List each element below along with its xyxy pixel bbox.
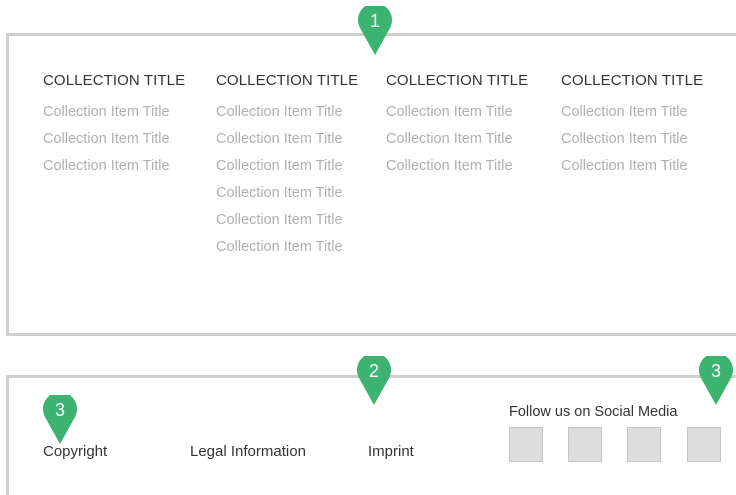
collection-column: COLLECTION TITLE Collection Item Title C… [43,70,185,182]
marker-number: 2 [368,361,379,381]
collection-item-link[interactable]: Collection Item Title [216,101,358,128]
marker-number: 3 [710,361,721,381]
annotation-marker-icon: 1 [358,6,392,56]
collection-column: COLLECTION TITLE Collection Item Title C… [216,70,358,263]
collection-item-link[interactable]: Collection Item Title [561,128,703,155]
collection-title: COLLECTION TITLE [43,72,186,89]
social-media-button[interactable] [627,427,661,462]
marker-number: 3 [54,400,65,420]
marker-number: 1 [369,11,380,31]
collection-column: COLLECTION TITLE Collection Item Title C… [386,70,528,182]
copyright-link[interactable]: Copyright [43,442,107,462]
collection-item-link[interactable]: Collection Item Title [386,128,528,155]
collection-item-link[interactable]: Collection Item Title [216,182,358,209]
collection-item-link[interactable]: Collection Item Title [43,128,185,155]
legal-information-link[interactable]: Legal Information [190,442,306,462]
annotation-marker-icon: 2 [357,356,391,406]
social-media-button[interactable] [509,427,543,462]
social-media-button[interactable] [687,427,721,462]
collection-item-link[interactable]: Collection Item Title [561,155,703,182]
social-media-button[interactable] [568,427,602,462]
collection-item-link[interactable]: Collection Item Title [386,101,528,128]
collection-title: COLLECTION TITLE [216,72,359,89]
collection-item-link[interactable]: Collection Item Title [216,128,358,155]
collection-column: COLLECTION TITLE Collection Item Title C… [561,70,703,182]
collection-title: COLLECTION TITLE [386,72,529,89]
collection-item-link[interactable]: Collection Item Title [216,209,358,236]
collection-title: COLLECTION TITLE [561,72,704,89]
social-media-heading: Follow us on Social Media [509,404,678,420]
collection-item-link[interactable]: Collection Item Title [216,155,358,182]
imprint-link[interactable]: Imprint [368,442,414,462]
annotation-marker-icon: 3 [699,356,733,406]
collection-item-link[interactable]: Collection Item Title [561,101,703,128]
collection-item-link[interactable]: Collection Item Title [43,155,185,182]
annotation-marker-icon: 3 [43,395,77,445]
collection-item-link[interactable]: Collection Item Title [43,101,185,128]
collection-item-link[interactable]: Collection Item Title [386,155,528,182]
collection-item-link[interactable]: Collection Item Title [216,236,358,263]
